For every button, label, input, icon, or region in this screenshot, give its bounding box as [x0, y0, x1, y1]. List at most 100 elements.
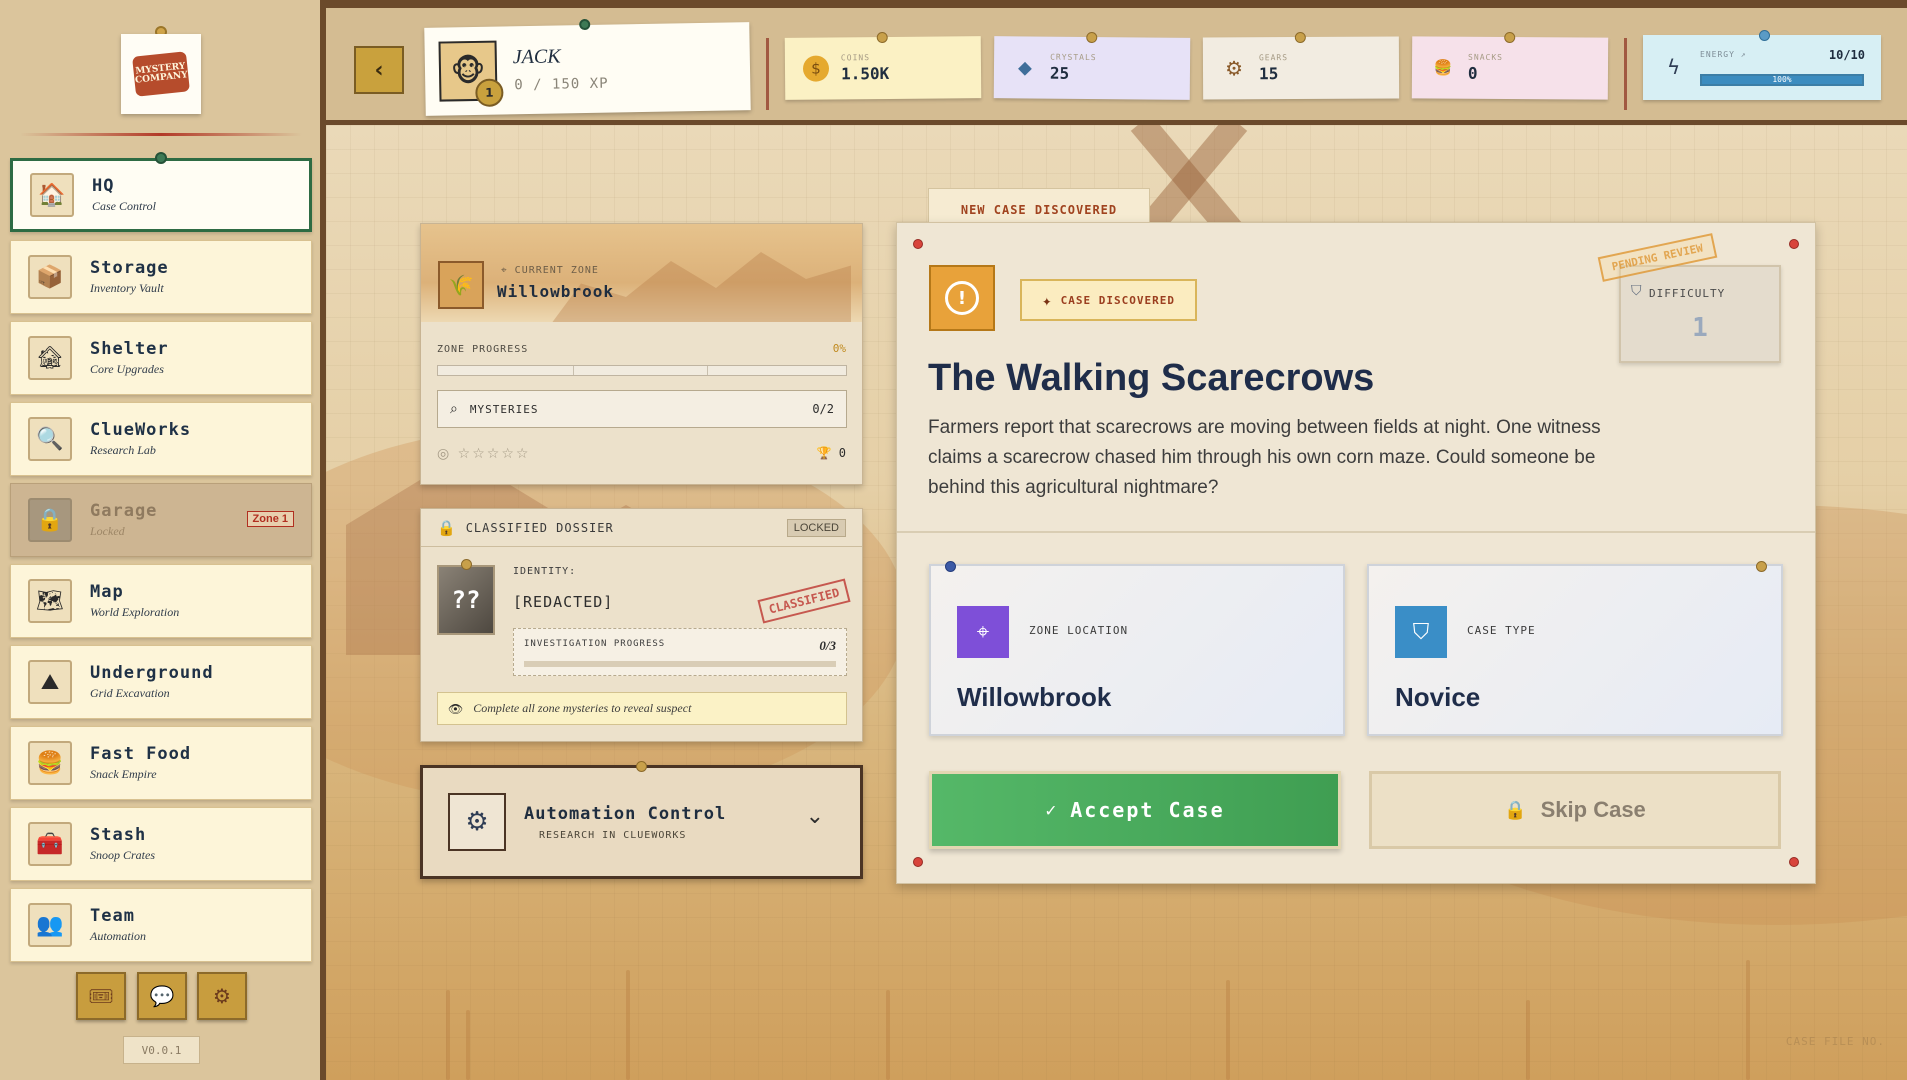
- settings-button[interactable]: ⚙: [197, 972, 247, 1020]
- chat-button[interactable]: 💬: [137, 972, 187, 1020]
- sidebar-item-shelter[interactable]: 🏚 Shelter Core Upgrades: [10, 321, 312, 395]
- nav-subtitle: Research Lab: [90, 443, 156, 457]
- skip-case-button[interactable]: 🔒 Skip Case: [1369, 771, 1781, 849]
- investigation-count: 0/3: [819, 638, 836, 653]
- zone-requirement-badge: Zone 1: [246, 511, 294, 527]
- nav-title: Shelter: [90, 339, 169, 359]
- lightning-icon: ϟ: [1667, 55, 1681, 79]
- coins-counter: $ COINS 1.50K: [784, 31, 982, 100]
- classified-stamp: CLASSIFIED: [757, 578, 851, 624]
- difficulty-card: ⛉ DIFFICULTY 1: [1619, 265, 1781, 363]
- sidebar-item-hq[interactable]: 🏠 HQ Case Control: [10, 158, 312, 232]
- ticket-button[interactable]: 🎟: [76, 972, 126, 1020]
- target-icon: ◎: [437, 446, 452, 462]
- zone-name: Willowbrook: [497, 282, 614, 301]
- suspect-portrait: ??: [437, 565, 495, 635]
- snacks-value: 0: [1467, 63, 1478, 83]
- version-label: V0.0.1: [123, 1036, 200, 1064]
- reveal-hint: 👁 Complete all zone mysteries to reveal …: [437, 692, 847, 725]
- chevron-down-icon: ⌄: [805, 804, 824, 829]
- sidebar-item-fast-food[interactable]: 🍔 Fast Food Snack Empire: [10, 726, 312, 800]
- trophy-count: 🏆 0: [816, 446, 846, 460]
- nav-title: Map: [90, 582, 124, 602]
- gears-counter: ⚙ GEARS 15: [1202, 31, 1400, 100]
- company-logo: MYSTERY COMPANY: [121, 34, 201, 114]
- sidebar-item-stash[interactable]: 🧰 Stash Snoop Crates: [10, 807, 312, 881]
- ticket-icon: 🎟: [88, 984, 114, 1008]
- location-pin-icon: ⌖: [501, 265, 508, 276]
- case-discovered-badge: ✦ CASE DISCOVERED: [1020, 279, 1197, 321]
- zone-progress-value: 0%: [832, 342, 846, 355]
- shield-icon: ⛉: [1395, 606, 1447, 658]
- nav-subtitle: Grid Excavation: [90, 686, 170, 700]
- burger-icon: 🍔: [28, 741, 72, 785]
- case-card: ! ✦ CASE DISCOVERED ⛉ DIFFICULTY 1 PENDIN…: [896, 222, 1816, 884]
- eye-icon: 👁: [448, 701, 464, 716]
- dossier-title: CLASSIFIED DOSSIER: [465, 520, 614, 535]
- zone-progress-label: ZONE PROGRESS: [437, 344, 529, 355]
- identity-label: IDENTITY:: [513, 566, 577, 577]
- back-button[interactable]: ‹: [354, 46, 404, 94]
- automation-control[interactable]: ⚙ Automation Control RESEARCH IN CLUEWOR…: [420, 761, 863, 879]
- automation-title: Automation Control: [524, 804, 727, 824]
- player-xp: 0 / 150 XP: [514, 75, 609, 94]
- zone-progress-bar: [437, 365, 847, 376]
- accept-case-button[interactable]: ✓ Accept Case: [929, 771, 1341, 849]
- case-watermark: CASE FILE NO.: [1785, 1035, 1885, 1048]
- chat-icon: 💬: [149, 984, 175, 1008]
- lock-icon: 🔒: [1504, 799, 1527, 820]
- player-card[interactable]: 🐵 1 JACK 0 / 150 XP: [424, 18, 751, 116]
- mysteries-count: 0/2: [812, 402, 834, 416]
- trophy-icon: 🏆: [816, 446, 832, 460]
- case-description: Farmers report that scarecrows are movin…: [928, 417, 1601, 498]
- magnifier-icon: 🔍: [28, 417, 72, 461]
- gear-icon: ⚙: [1224, 56, 1244, 81]
- nav-subtitle: Inventory Vault: [90, 281, 164, 295]
- crate-icon: 📦: [28, 255, 72, 299]
- nav-title: HQ: [92, 176, 115, 196]
- nav-title: Team: [90, 906, 135, 926]
- sidebar-item-team[interactable]: 👥 Team Automation: [10, 888, 312, 962]
- zone-location-card: ⌖ ZONE LOCATION Willowbrook: [929, 561, 1345, 736]
- energy-meter: ϟ ENERGY ↗ 10/10 100%: [1643, 30, 1881, 100]
- cave-icon: ⛰: [28, 660, 72, 704]
- sidebar-item-underground[interactable]: ⛰ Underground Grid Excavation: [10, 645, 312, 719]
- investigation-bar: [524, 661, 836, 667]
- sidebar-item-storage[interactable]: 📦 Storage Inventory Vault: [10, 240, 312, 314]
- shelter-icon: 🏚: [28, 336, 72, 380]
- case-type-value: Novice: [1395, 682, 1481, 712]
- snacks-counter: 🍔 SNACKS 0: [1411, 31, 1609, 100]
- level-badge: 1: [475, 78, 504, 107]
- team-icon: 👥: [28, 903, 72, 947]
- sidebar-item-clueworks[interactable]: 🔍 ClueWorks Research Lab: [10, 402, 312, 476]
- nav-title: Fast Food: [90, 744, 192, 764]
- sidebar-item-garage[interactable]: 🔒 Garage Locked Zone 1: [10, 483, 312, 557]
- sidebar-item-map[interactable]: 🗺 Map World Exploration: [10, 564, 312, 638]
- automation-subtitle: RESEARCH IN CLUEWORKS: [539, 830, 687, 841]
- nav-subtitle: Snoop Crates: [90, 848, 156, 862]
- crystals-value: 25: [1049, 63, 1070, 83]
- coins-value: 1.50K: [840, 63, 890, 84]
- gear-icon: ⚙: [448, 793, 506, 851]
- gear-icon: ⚙: [213, 984, 231, 1008]
- check-circle-icon: ✓: [1045, 799, 1059, 821]
- shield-icon: ⛉: [1631, 283, 1642, 299]
- sidebar-divider: [20, 133, 302, 136]
- location-pin-icon: ⌖: [957, 606, 1009, 658]
- gears-value: 15: [1258, 64, 1279, 84]
- zone-card: 🌾 ⌖ CURRENT ZONE Willowbrook ZONE PROGRE…: [420, 223, 863, 485]
- nav-title: Stash: [90, 825, 147, 845]
- investigation-progress: INVESTIGATION PROGRESS 0/3: [513, 628, 847, 676]
- identity-value: [REDACTED]: [513, 593, 614, 611]
- alert-icon: !: [929, 265, 995, 331]
- mysteries-row[interactable]: ⌕ MYSTERIES 0/2: [437, 390, 847, 428]
- nav-title: ClueWorks: [90, 420, 192, 440]
- crystal-icon: ◆: [1017, 56, 1033, 78]
- classified-dossier: 🔒 CLASSIFIED DOSSIER LOCKED ?? IDENTITY:…: [420, 508, 863, 742]
- nav-subtitle: Snack Empire: [90, 767, 157, 781]
- divider: [897, 531, 1815, 533]
- zone-header: 🌾 ⌖ CURRENT ZONE Willowbrook: [421, 224, 862, 322]
- nav-subtitle: World Exploration: [90, 605, 180, 619]
- nav-title: Underground: [90, 663, 214, 683]
- map-icon: 🗺: [28, 579, 72, 623]
